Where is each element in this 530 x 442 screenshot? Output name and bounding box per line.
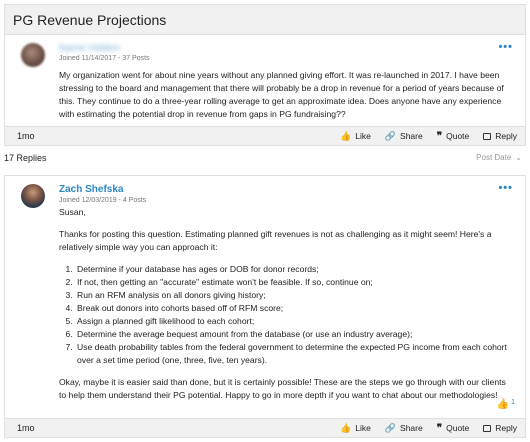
reply-icon xyxy=(483,424,492,432)
list-item: Break out donors into cohorts based off … xyxy=(75,302,515,315)
more-options-icon[interactable]: ••• xyxy=(498,41,513,53)
thumbs-up-icon: 👍 xyxy=(340,422,352,433)
steps-list: Determine if your database has ages or D… xyxy=(59,263,515,367)
quote-button[interactable]: ❞ Quote xyxy=(437,423,470,433)
quote-button[interactable]: ❞ Quote xyxy=(437,131,470,141)
post-footer: 1mo 👍 Like 🔗 Share ❞ Quote Reply xyxy=(4,418,526,438)
greeting: Susan, xyxy=(59,207,86,217)
list-item: Run an RFM analysis on all donors giving… xyxy=(75,289,515,302)
reply-button[interactable]: Reply xyxy=(483,423,517,433)
share-icon: 🔗 xyxy=(384,422,397,433)
post-age: 1mo xyxy=(17,423,35,433)
replies-count: 17 Replies xyxy=(4,153,47,163)
like-count: 1 xyxy=(511,399,515,406)
list-item: If not, then getting an "accurate" estim… xyxy=(75,276,515,289)
reply-icon xyxy=(483,132,492,140)
post-actions: 👍 Like 🔗 Share ❞ Quote Reply xyxy=(340,423,517,433)
list-item: Use death probability tables from the fe… xyxy=(75,341,515,367)
sort-label: Post Date xyxy=(476,153,512,162)
share-button[interactable]: 🔗 Share xyxy=(385,131,423,141)
reply-post: Zach Shefska Joined 12/03/2019 - 4 Posts… xyxy=(4,175,526,437)
avatar[interactable] xyxy=(21,43,45,67)
post-footer: 1mo 👍 Like 🔗 Share ❞ Quote Reply xyxy=(4,126,526,146)
avatar[interactable] xyxy=(21,184,45,208)
post-author[interactable]: Name Hidden xyxy=(59,43,120,54)
sort-dropdown[interactable]: Post Date ⌄ xyxy=(476,153,522,162)
post-author-meta: Joined 12/03/2019 - 4 Posts xyxy=(59,197,147,204)
list-item: Determine if your database has ages or D… xyxy=(75,263,515,276)
thread-title: PG Revenue Projections xyxy=(13,12,167,28)
post-body: My organization went for about nine year… xyxy=(59,70,504,119)
post-body: Susan, Thanks for posting this question.… xyxy=(59,206,515,411)
post-age: 1mo xyxy=(17,131,35,141)
share-button[interactable]: 🔗 Share xyxy=(385,423,423,433)
reply-button[interactable]: Reply xyxy=(483,131,517,141)
thumbs-up-icon: 👍 xyxy=(340,130,352,141)
more-options-icon[interactable]: ••• xyxy=(498,182,513,194)
quote-icon: ❞ xyxy=(436,422,443,434)
closing-paragraph: Okay, maybe it is easier said than done,… xyxy=(59,377,506,400)
post-author[interactable]: Zach Shefska xyxy=(59,184,123,195)
replies-header: 17 Replies Post Date ⌄ xyxy=(4,152,526,166)
thread-title-bar: PG Revenue Projections xyxy=(4,4,526,34)
intro-paragraph: Thanks for posting this question. Estima… xyxy=(59,229,492,252)
list-item: Assign a planned gift likelihood to each… xyxy=(75,315,515,328)
post-actions: 👍 Like 🔗 Share ❞ Quote Reply xyxy=(340,131,517,141)
thumbs-up-icon: 👍 xyxy=(496,399,510,410)
like-button[interactable]: 👍 Like xyxy=(340,423,371,433)
quote-icon: ❞ xyxy=(436,130,443,142)
like-button[interactable]: 👍 Like xyxy=(340,131,371,141)
share-icon: 🔗 xyxy=(384,130,397,141)
list-item: Determine the average bequest amount fro… xyxy=(75,328,515,341)
chevron-down-icon: ⌄ xyxy=(515,153,522,162)
like-count-badge[interactable]: 👍 1 xyxy=(497,399,515,410)
post-author-meta: Joined 11/14/2017 - 37 Posts xyxy=(59,55,150,62)
